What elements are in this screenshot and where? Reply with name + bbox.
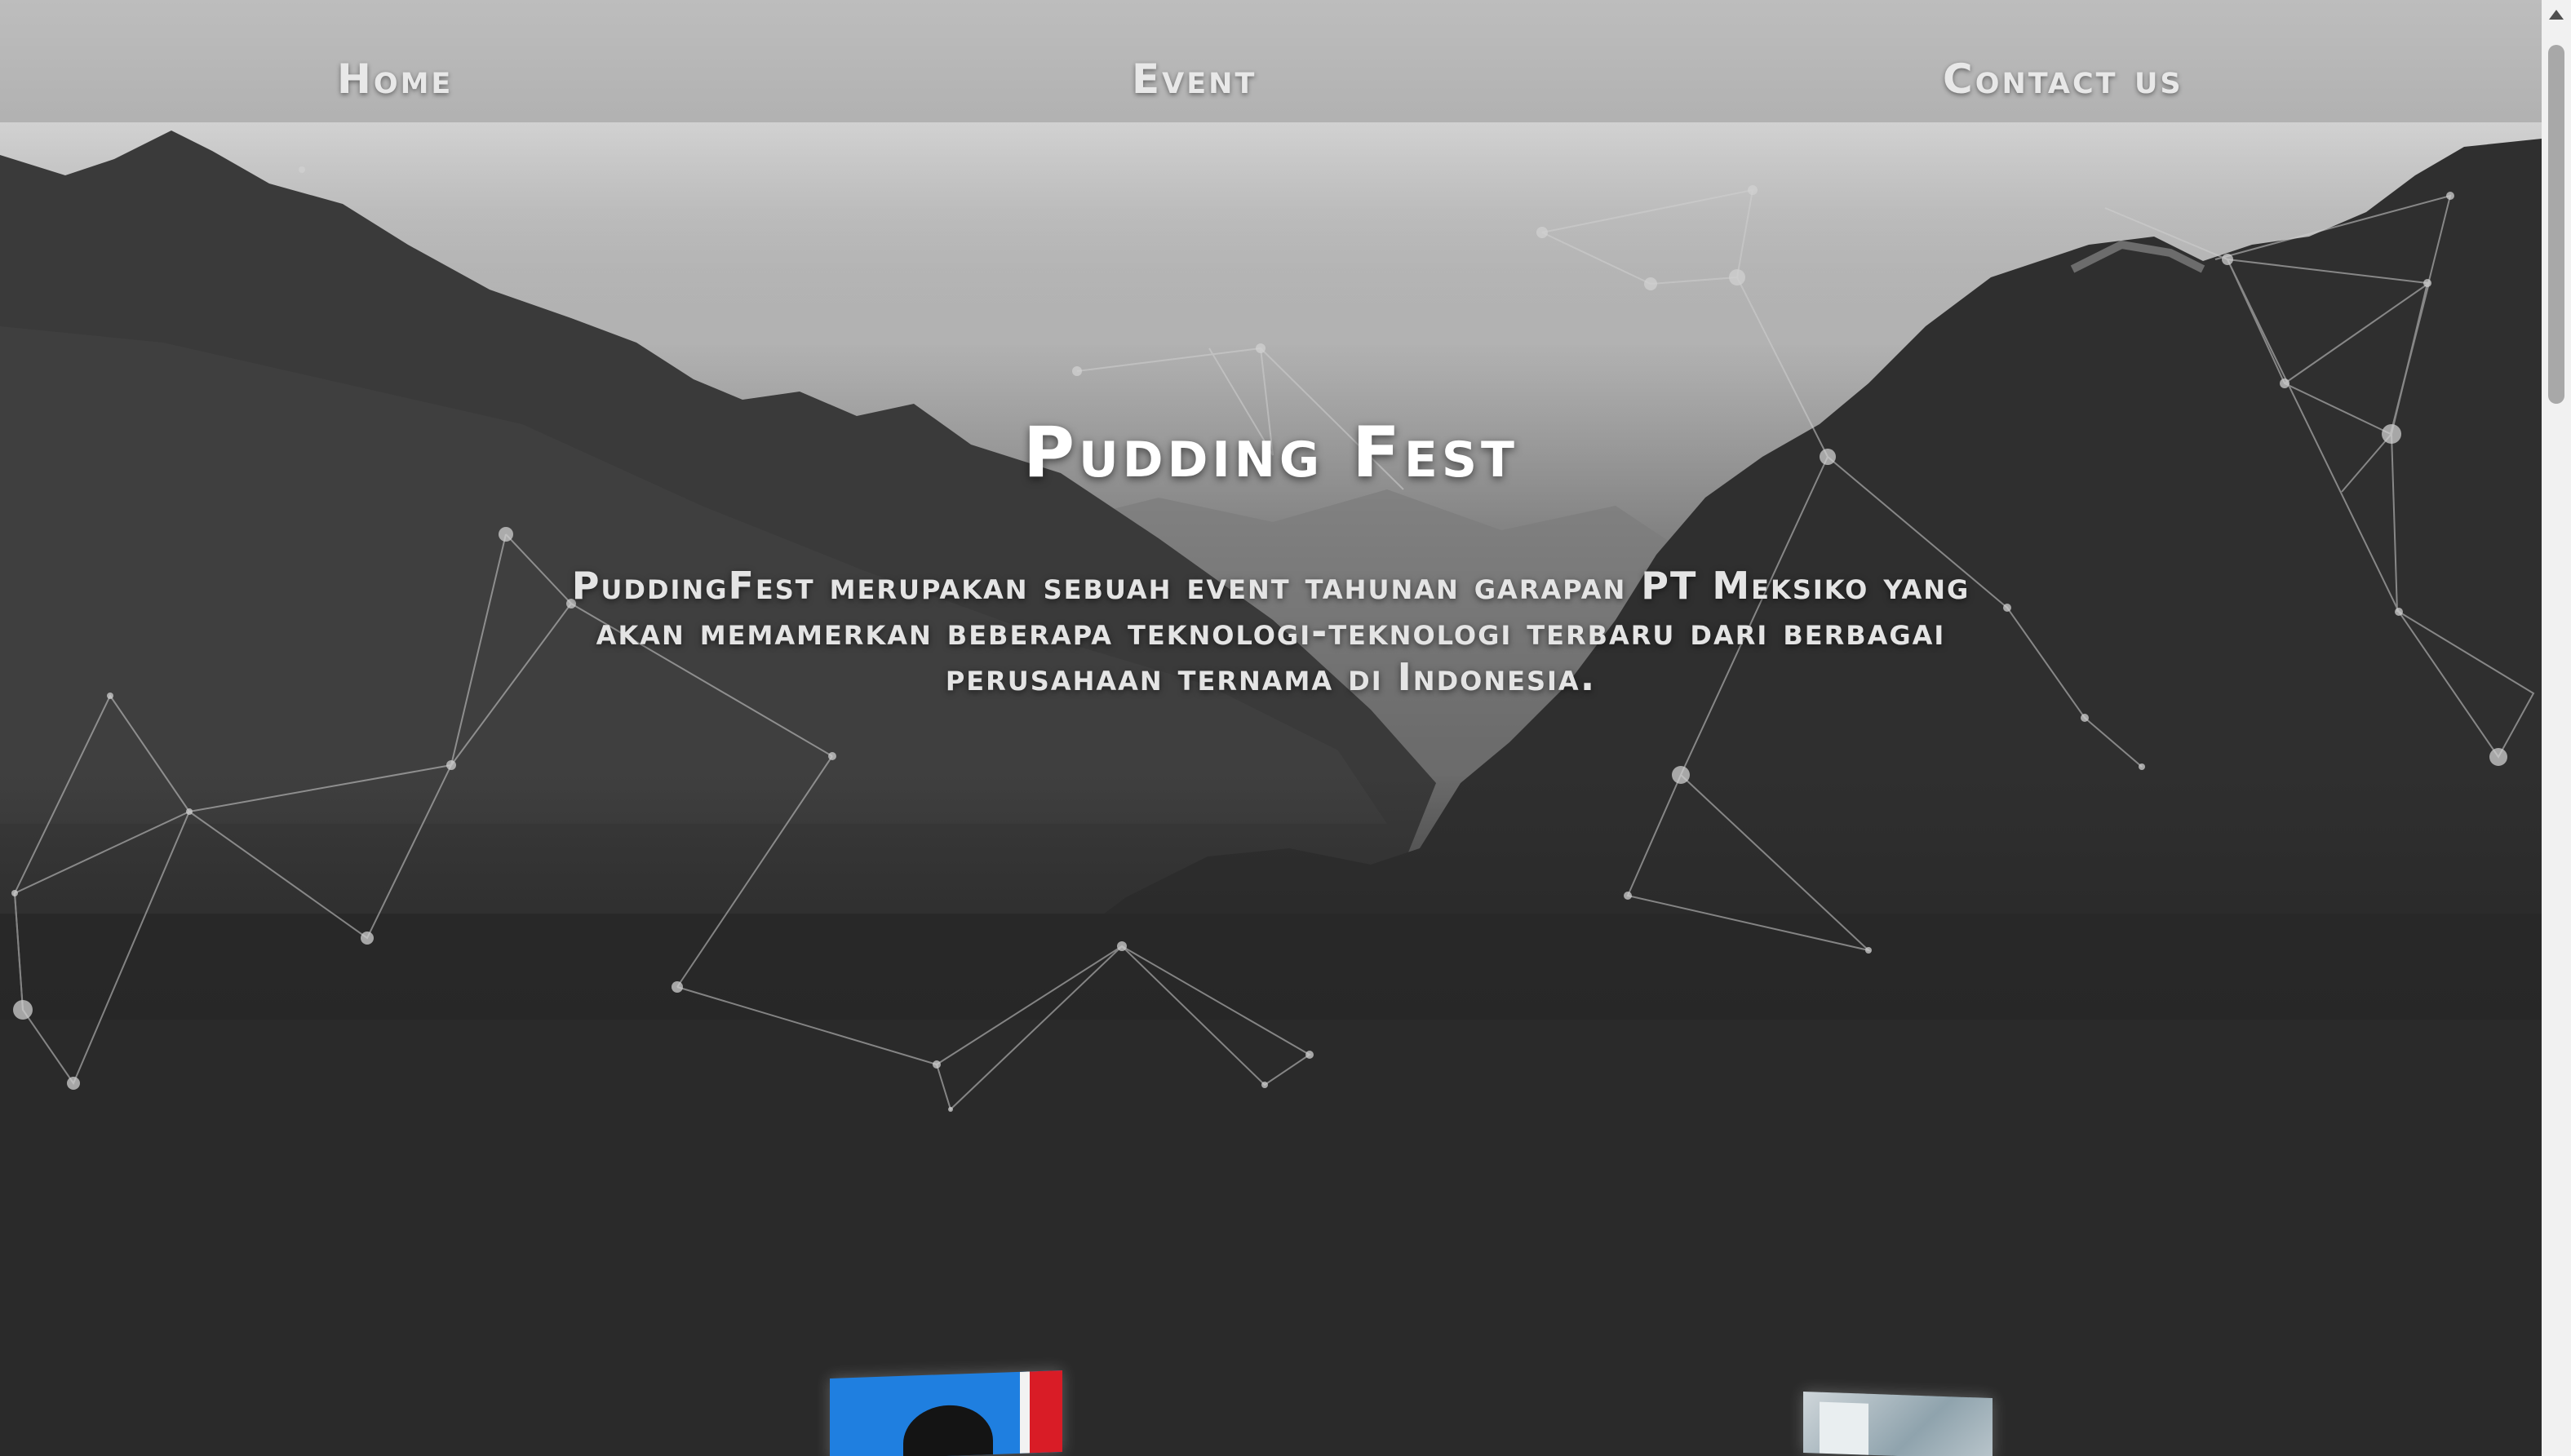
nav-event-link[interactable]: Event <box>1132 55 1257 103</box>
hero-section: Home Event Contact us Pudding Fest Puddi… <box>0 0 2542 1456</box>
event-card-image-2[interactable] <box>1803 1391 1993 1456</box>
scroll-up-button[interactable] <box>2542 0 2571 29</box>
page-title: Pudding Fest <box>1023 412 1518 493</box>
nav-contact-link[interactable]: Contact us <box>1943 55 2183 103</box>
event-card-image-1[interactable] <box>830 1370 1062 1456</box>
scrollbar-thumb[interactable] <box>2548 45 2564 404</box>
mountain-background <box>0 122 2542 1456</box>
nav-home-link[interactable]: Home <box>337 55 453 103</box>
person-silhouette <box>903 1403 993 1456</box>
window-shape <box>1820 1401 1868 1455</box>
flag-stripe-red <box>1030 1370 1062 1454</box>
hero-description: PuddingFest merupakan sebuah event tahun… <box>571 564 1970 699</box>
arrow-up-icon <box>2549 10 2564 20</box>
flag-stripe-white <box>1020 1371 1030 1454</box>
